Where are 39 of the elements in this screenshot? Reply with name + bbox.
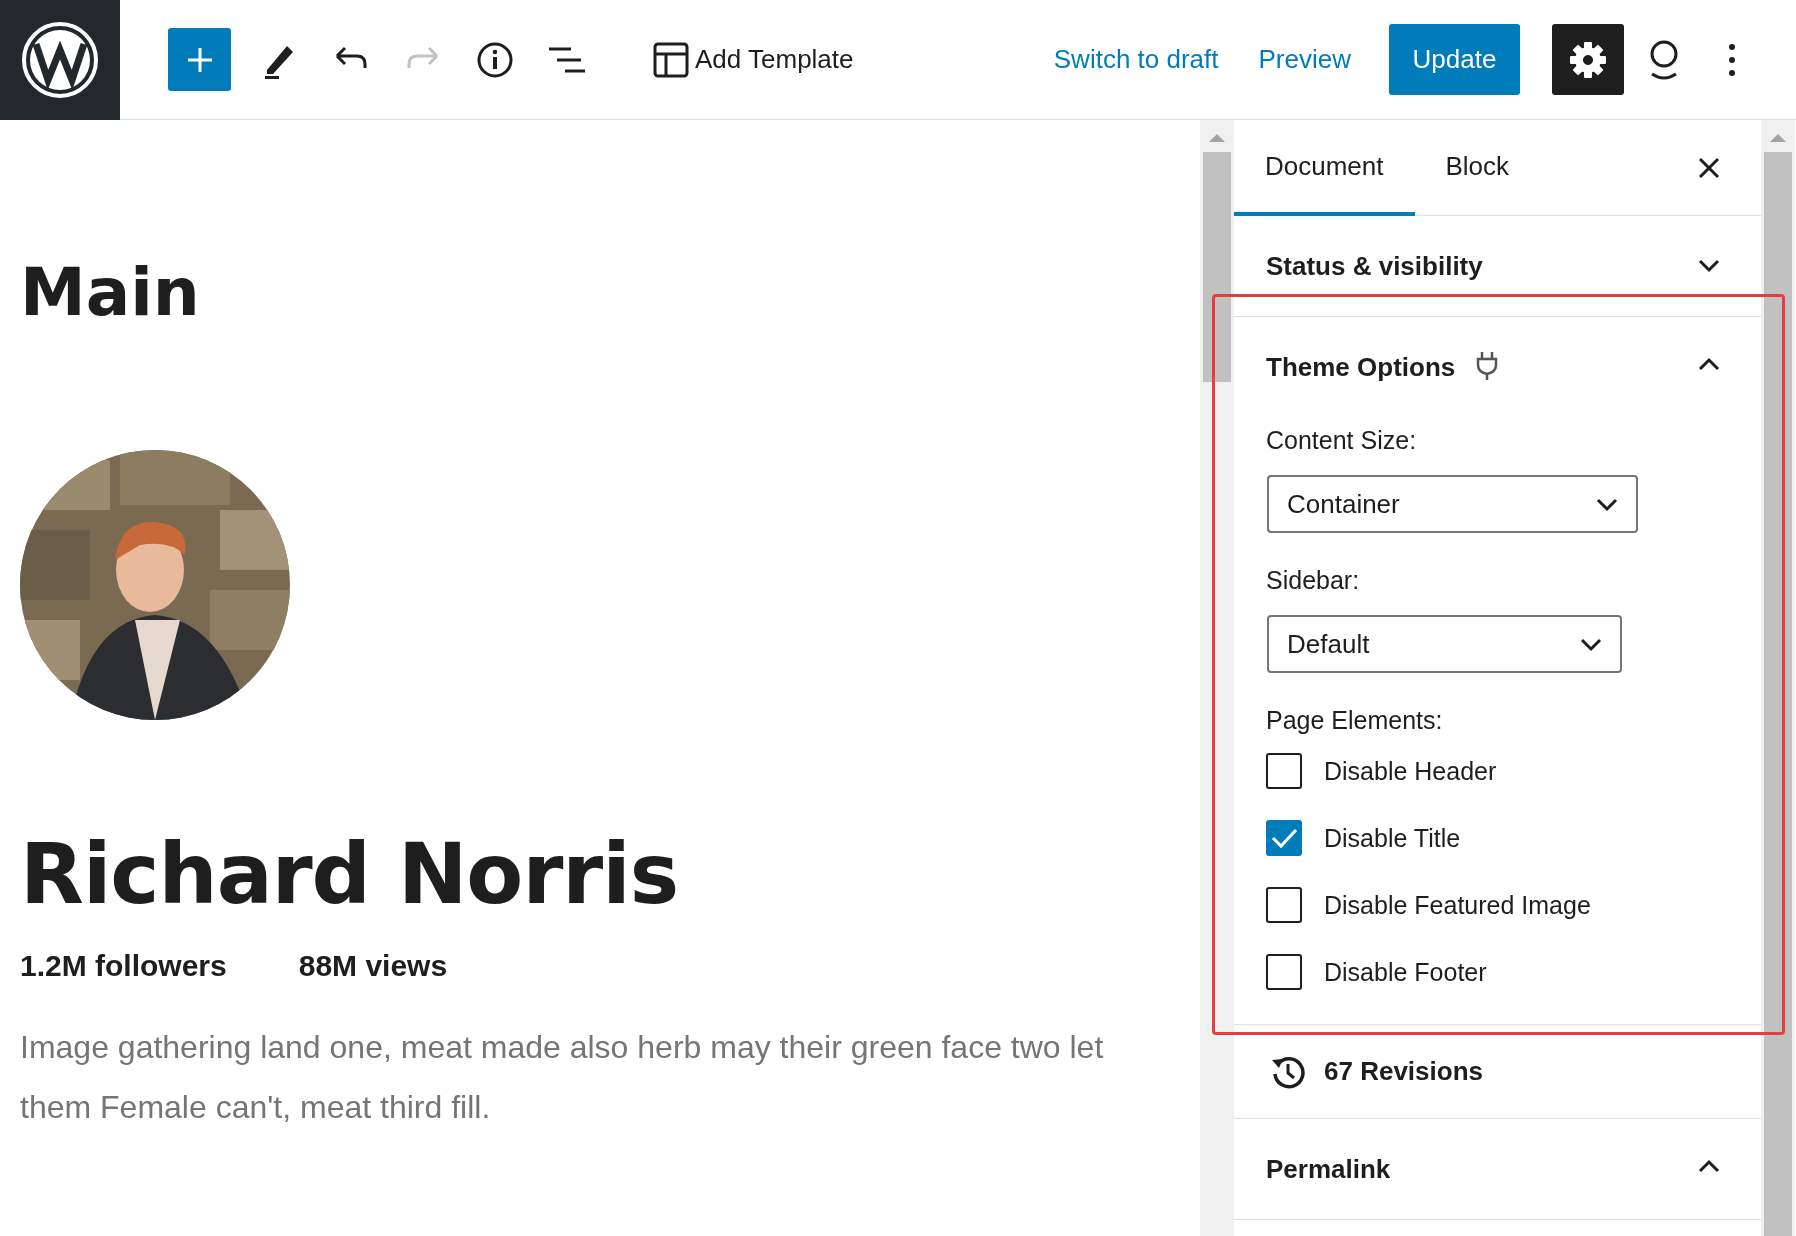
gear-icon[interactable] xyxy=(1568,39,1608,80)
scrollbar[interactable] xyxy=(1200,120,1234,1236)
page-heading: Main xyxy=(20,253,201,333)
field-label: Page Elements: xyxy=(1266,705,1444,736)
checkbox[interactable] xyxy=(1266,753,1302,789)
scrollbar[interactable] xyxy=(1761,120,1795,1236)
panel-title: Status & visibility xyxy=(1266,250,1483,282)
checkbox[interactable] xyxy=(1266,887,1302,923)
description-paragraph: Image gathering land one, meat made also herb may their green face two let them Female can't, meat third fill. xyxy=(20,1028,1105,1127)
select-field[interactable]: Default xyxy=(1267,615,1622,673)
add-block-button[interactable] xyxy=(168,28,231,91)
revisions-link[interactable]: 67 Revisions xyxy=(1324,1056,1483,1087)
template-icon[interactable] xyxy=(653,41,689,78)
plus-icon[interactable] xyxy=(185,45,214,74)
field-label: Content Size: xyxy=(1266,425,1418,456)
add-template-button[interactable]: Add Template xyxy=(653,41,854,78)
panel-header[interactable]: Theme Options xyxy=(1266,317,1729,417)
checkbox-label: Disable Featured Image xyxy=(1324,890,1591,920)
checkbox-label: Disable Header xyxy=(1324,756,1497,786)
select-field[interactable]: Container xyxy=(1267,475,1638,533)
switch-to-draft-button[interactable]: Switch to draft xyxy=(1033,44,1239,75)
checkbox-label: Disable Footer xyxy=(1324,957,1487,987)
stat-text: 88M views xyxy=(298,948,448,984)
field-label: Sidebar: xyxy=(1266,565,1361,596)
plug-icon xyxy=(1475,349,1500,382)
panel-header[interactable]: Status & visibility xyxy=(1266,216,1729,316)
settings-button[interactable] xyxy=(1552,24,1624,95)
sidebar-tab[interactable]: Block xyxy=(1414,120,1541,216)
stat-text: 1.2M followers xyxy=(20,948,227,984)
profile-name: Richard Norris xyxy=(20,825,680,925)
panel-header[interactable]: Permalink xyxy=(1266,1119,1729,1219)
checkbox-label: Disable Title xyxy=(1324,823,1461,853)
sidebar-tab[interactable]: Document xyxy=(1234,120,1415,216)
panel-title: Theme Options xyxy=(1266,351,1456,383)
panel-title: Permalink xyxy=(1266,1153,1391,1185)
preview-button[interactable]: Preview xyxy=(1238,44,1371,75)
update-button[interactable]: Update xyxy=(1389,24,1520,95)
logo-tile[interactable] xyxy=(0,0,120,120)
checkbox[interactable] xyxy=(1266,954,1302,990)
